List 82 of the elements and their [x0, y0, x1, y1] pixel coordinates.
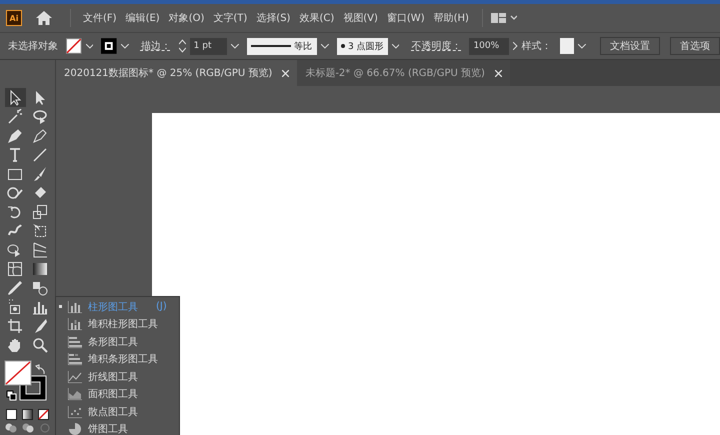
menu-item[interactable]: 编辑(E): [122, 11, 164, 25]
chevron-icon[interactable]: [121, 44, 129, 48]
menu-item[interactable]: 帮助(H): [430, 11, 473, 25]
chart-tool-icon: [68, 423, 82, 435]
gradient-icon: [32, 260, 48, 276]
chart-tool-icon: [68, 318, 82, 330]
opacity-field[interactable]: 100%: [469, 38, 509, 54]
magic-wand-icon: [7, 108, 23, 124]
crop-icon: [7, 318, 23, 334]
chart-tool-icon: [68, 370, 82, 383]
chevron-icon[interactable]: [230, 44, 239, 48]
draw-mode-icon[interactable]: [4, 423, 16, 433]
knife-icon: [32, 318, 48, 334]
lasso-icon: [32, 108, 48, 124]
flyout-item[interactable]: 面积图工具: [56, 386, 179, 403]
stroke-swatch-icon[interactable]: [101, 38, 118, 54]
toolbar-button[interactable]: 文档设置: [600, 37, 660, 55]
chevron-icon[interactable]: [86, 44, 94, 48]
zoom-icon: [32, 336, 48, 352]
perspective-grid-icon: [32, 242, 48, 258]
eyedropper-icon: [7, 280, 23, 296]
opacity-label[interactable]: 不透明度：: [411, 39, 462, 53]
app-logo: Ai: [6, 10, 22, 26]
chart-tool-icon: [68, 300, 82, 313]
flyout-item[interactable]: 饼图工具: [56, 420, 179, 435]
menu-item[interactable]: 效果(C): [295, 11, 338, 25]
blend-icon: [32, 280, 48, 296]
menu-item[interactable]: 选择(S): [252, 11, 294, 25]
type-icon: [7, 146, 23, 162]
chart-tool-icon: [68, 353, 82, 366]
stroke-profile-dropdown[interactable]: 等比: [246, 38, 318, 54]
toolbar-button[interactable]: 首选项: [670, 37, 720, 55]
scale-icon: [32, 204, 48, 220]
menu-item[interactable]: 文字(T): [209, 11, 252, 25]
style-swatch[interactable]: [560, 38, 574, 54]
chevron-icon[interactable]: [578, 44, 586, 48]
chevron-icon[interactable]: [321, 44, 330, 48]
flyout-item[interactable]: 折线图工具: [56, 368, 179, 386]
style-label: 样式：: [522, 40, 552, 53]
brush-dropdown[interactable]: 3 点圆形: [337, 38, 388, 54]
gradient-mode-icon[interactable]: [22, 409, 33, 420]
flyout-item[interactable]: 堆积柱形图工具: [56, 316, 179, 333]
chart-tool-icon: [68, 388, 82, 400]
shortcut-label: (J): [156, 301, 167, 312]
brush-icon: [32, 166, 48, 182]
pen-icon: [32, 128, 48, 144]
flyout-item[interactable]: 堆积条形图工具: [56, 350, 179, 368]
hand-icon: [7, 336, 23, 352]
chevron-icon[interactable]: [392, 44, 400, 48]
chart-tool-icon: [68, 406, 82, 418]
fill-swatch-icon[interactable]: [66, 38, 82, 54]
color-mode-icon[interactable]: [6, 409, 17, 420]
close-icon[interactable]: [494, 70, 502, 76]
draw-mode-icon[interactable]: [22, 423, 34, 433]
workspace-icon[interactable]: [490, 13, 517, 23]
flyout-item[interactable]: 条形图工具: [56, 333, 179, 350]
shaper-icon: [7, 184, 23, 200]
dot-icon: [341, 44, 346, 48]
document-tab[interactable]: 未标题-2* @ 66.67% (RGB/GPU 预览): [297, 60, 510, 86]
tool-button[interactable]: [4, 88, 26, 107]
menu-item[interactable]: 文件(F): [79, 11, 121, 25]
close-icon[interactable]: [282, 70, 290, 76]
chevron-right-icon[interactable]: [512, 42, 518, 50]
stepper-icon[interactable]: [178, 39, 186, 53]
flyout-item[interactable]: 散点图工具: [56, 403, 179, 420]
none-mode-icon[interactable]: [38, 409, 49, 420]
stroke-line-icon: [250, 44, 291, 48]
chart-tool-icon: [68, 336, 82, 348]
menu-item[interactable]: 窗口(W): [382, 11, 429, 25]
menu-item[interactable]: 对象(O): [164, 11, 208, 25]
symbol-sprayer-icon: [7, 298, 23, 314]
rotate-icon: [7, 204, 23, 220]
mesh-icon: [7, 260, 23, 276]
line-icon: [32, 146, 48, 162]
menu-item[interactable]: 视图(V): [339, 11, 382, 25]
home-icon[interactable]: [36, 11, 52, 25]
stroke-label[interactable]: 描边：: [140, 39, 171, 53]
selection-status: 未选择对象: [8, 40, 58, 53]
transform-icon: [32, 222, 48, 238]
pen-icon: [7, 128, 23, 144]
stroke-weight-field[interactable]: 1 pt: [190, 38, 227, 54]
document-tab[interactable]: 2020121数据图标* @ 25% (RGB/GPU 预览): [56, 60, 298, 86]
